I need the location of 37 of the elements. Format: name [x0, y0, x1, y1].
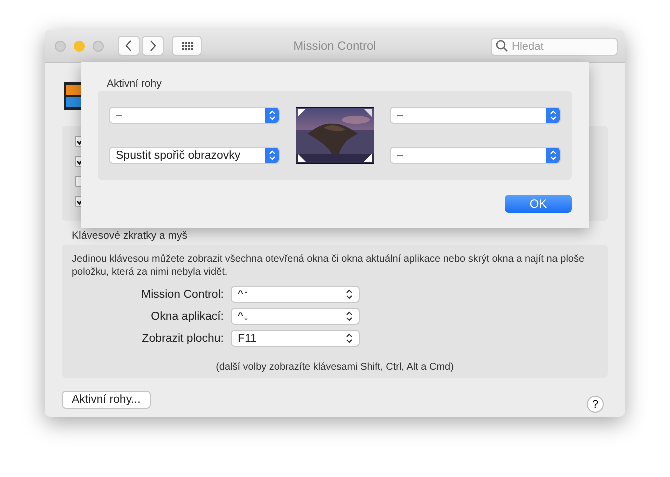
updown-arrows-icon [346, 333, 353, 344]
help-button[interactable]: ? [587, 396, 604, 413]
stepper-icon [546, 148, 560, 163]
updown-arrows-icon [346, 311, 353, 322]
chevron-left-icon [125, 40, 133, 52]
corner-marker-icon [298, 109, 306, 117]
shortcut-label: Okna aplikací: [150, 310, 224, 322]
show-all-button[interactable] [172, 36, 202, 56]
corner-dropdown[interactable]: – [390, 147, 561, 164]
updown-arrows-icon [346, 289, 353, 300]
description-text: Jedinou klávesou můžete zobrazit všechna otevřená okna či okna aktuální aplikace nebo skrýt okna a najít na ploše položku, která za nimi nebyla vidět. [72, 253, 586, 279]
window-title: Mission Control [294, 39, 376, 53]
chevron-right-icon [149, 40, 157, 52]
forward-button[interactable] [142, 36, 164, 56]
hint-text: (další volby zobrazíte klávesami Shift, Ctrl, Alt a Cmd) [215, 362, 455, 373]
shortcut-dropdown[interactable]: ^↓ [231, 308, 360, 325]
shortcut-label: Zobrazit plochu: [141, 332, 224, 344]
ok-button[interactable]: OK [505, 195, 572, 213]
search-field[interactable]: Hledat [491, 38, 618, 56]
shortcut-label: Mission Control: [140, 288, 224, 300]
corner-marker-icon [298, 154, 306, 162]
grid-icon [182, 42, 192, 50]
sheet-title: Aktivní rohy [107, 78, 163, 90]
corner-dropdown[interactable]: Spustit spořič obrazovky [109, 147, 280, 164]
shortcut-dropdown[interactable]: ^↑ [231, 286, 360, 303]
hot-corners-button[interactable]: Aktivní rohy... [62, 390, 151, 408]
stepper-icon [546, 108, 560, 123]
corner-dropdown[interactable]: – [390, 107, 561, 124]
corner-marker-icon [364, 109, 372, 117]
shortcut-dropdown[interactable]: F11 [231, 330, 360, 347]
corner-marker-icon [364, 154, 372, 162]
stepper-icon [265, 108, 279, 123]
section-title: Klávesové zkratky a myš [72, 230, 189, 242]
stepper-icon [265, 148, 279, 163]
back-button[interactable] [118, 36, 140, 56]
app-icon [64, 82, 81, 110]
corner-dropdown[interactable]: – [109, 107, 280, 124]
